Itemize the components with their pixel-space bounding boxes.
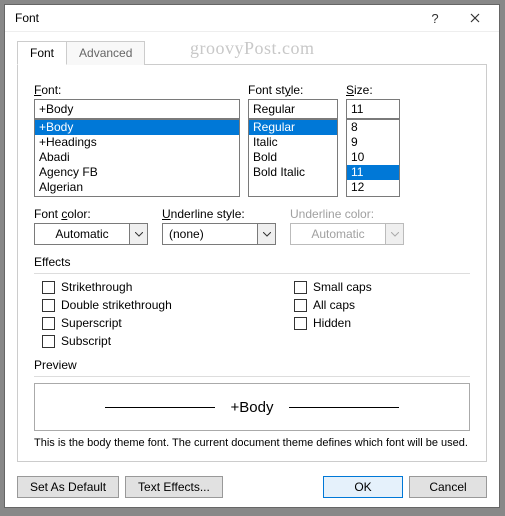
checkbox-icon (42, 299, 55, 312)
chevron-down-icon (385, 224, 403, 244)
check-all-caps[interactable]: All caps (294, 298, 372, 312)
tab-advanced[interactable]: Advanced (66, 41, 145, 65)
effects-label: Effects (34, 255, 470, 269)
divider (34, 273, 470, 274)
font-listbox[interactable]: +Body +Headings Abadi Agency FB Algerian (34, 119, 240, 197)
checkbox-icon (294, 281, 307, 294)
list-item[interactable]: Algerian (35, 180, 239, 195)
list-item[interactable]: 8 (347, 120, 399, 135)
font-label: Font: (34, 83, 240, 97)
check-strikethrough[interactable]: Strikethrough (42, 280, 294, 294)
list-item[interactable]: +Body (35, 120, 239, 135)
style-input[interactable] (248, 99, 338, 119)
help-button[interactable]: ? (415, 5, 455, 31)
divider (34, 376, 470, 377)
list-item[interactable]: Bold (249, 150, 337, 165)
preview-line (105, 407, 215, 408)
check-subscript[interactable]: Subscript (42, 334, 294, 348)
tab-font[interactable]: Font (17, 41, 67, 65)
list-item[interactable]: 12 (347, 180, 399, 195)
underline-color-label: Underline color: (290, 207, 404, 221)
tab-panel-font: Font: +Body +Headings Abadi Agency FB Al… (17, 64, 487, 462)
size-listbox[interactable]: 8 9 10 11 12 (346, 119, 400, 197)
list-item[interactable]: Regular (249, 120, 337, 135)
dialog-title: Font (15, 11, 415, 25)
size-label: Size: (346, 83, 400, 97)
set-default-button[interactable]: Set As Default (17, 476, 119, 498)
underline-style-combo[interactable]: (none) (162, 223, 276, 245)
preview-line (289, 407, 399, 408)
cancel-button[interactable]: Cancel (409, 476, 487, 498)
check-double-strikethrough[interactable]: Double strikethrough (42, 298, 294, 312)
list-item[interactable]: Italic (249, 135, 337, 150)
ok-button[interactable]: OK (323, 476, 403, 498)
style-label: Font style: (248, 83, 338, 97)
style-listbox[interactable]: Regular Italic Bold Bold Italic (248, 119, 338, 197)
check-hidden[interactable]: Hidden (294, 316, 372, 330)
check-small-caps[interactable]: Small caps (294, 280, 372, 294)
close-button[interactable] (455, 5, 495, 31)
checkbox-icon (42, 281, 55, 294)
list-item[interactable]: 10 (347, 150, 399, 165)
underline-color-combo: Automatic (290, 223, 404, 245)
preview-text: +Body (231, 399, 274, 416)
text-effects-button[interactable]: Text Effects... (125, 476, 223, 498)
list-item[interactable]: 11 (347, 165, 399, 180)
list-item[interactable]: +Headings (35, 135, 239, 150)
list-item[interactable]: Bold Italic (249, 165, 337, 180)
checkbox-icon (294, 317, 307, 330)
list-item[interactable]: 9 (347, 135, 399, 150)
font-color-combo[interactable]: Automatic (34, 223, 148, 245)
list-item[interactable]: Agency FB (35, 165, 239, 180)
font-color-label: Font color: (34, 207, 148, 221)
preview-box: +Body (34, 383, 470, 431)
preview-desc: This is the body theme font. The current… (34, 437, 470, 449)
chevron-down-icon (257, 224, 275, 244)
checkbox-icon (294, 299, 307, 312)
check-superscript[interactable]: Superscript (42, 316, 294, 330)
list-item[interactable]: Abadi (35, 150, 239, 165)
size-input[interactable] (346, 99, 400, 119)
underline-style-label: Underline style: (162, 207, 276, 221)
tab-strip: Font Advanced (17, 40, 499, 64)
checkbox-icon (42, 335, 55, 348)
font-input[interactable] (34, 99, 240, 119)
dialog-footer: Set As Default Text Effects... OK Cancel (5, 470, 499, 508)
preview-label: Preview (34, 358, 470, 372)
close-icon (470, 13, 480, 23)
checkbox-icon (42, 317, 55, 330)
font-dialog: Font ? groovyPost.com Font Advanced Font… (4, 4, 500, 508)
titlebar: Font ? (5, 5, 499, 32)
chevron-down-icon (129, 224, 147, 244)
